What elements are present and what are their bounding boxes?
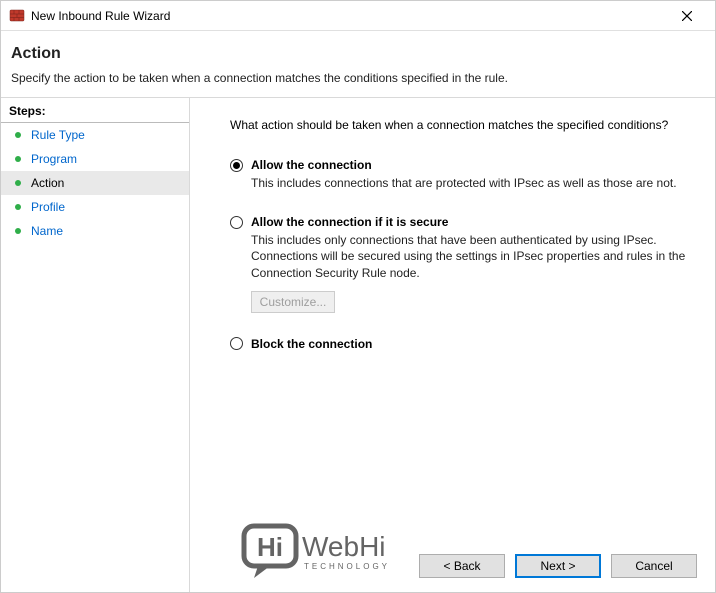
back-button[interactable]: < Back: [419, 554, 505, 578]
watermark-main-text: WebHi: [302, 531, 386, 562]
header-section: Action Specify the action to be taken wh…: [1, 31, 715, 98]
step-label: Name: [31, 224, 63, 238]
step-label: Rule Type: [31, 128, 85, 142]
option-allow-secure-desc: This includes only connections that have…: [251, 232, 687, 281]
step-rule-type[interactable]: Rule Type: [1, 123, 189, 147]
titlebar: New Inbound Rule Wizard: [1, 1, 715, 31]
customize-button: Customize...: [251, 291, 335, 313]
option-allow-secure-title: Allow the connection if it is secure: [251, 215, 448, 229]
bullet-icon: [15, 132, 21, 138]
option-allow-secure: Allow the connection if it is secure Thi…: [230, 215, 687, 313]
radio-allow[interactable]: [230, 159, 243, 172]
firewall-icon: [9, 8, 25, 24]
radio-block[interactable]: [230, 337, 243, 350]
step-action[interactable]: Action: [1, 171, 189, 195]
window-title: New Inbound Rule Wizard: [31, 9, 667, 23]
step-label: Action: [31, 176, 64, 190]
step-label: Profile: [31, 200, 65, 214]
watermark-sub-text: TECHNOLOGY: [304, 562, 390, 571]
option-allow-secure-row[interactable]: Allow the connection if it is secure: [230, 215, 687, 229]
option-block: Block the connection: [230, 337, 687, 351]
button-row: < Back Next > Cancel: [419, 554, 697, 578]
option-allow: Allow the connection This includes conne…: [230, 158, 687, 191]
close-button[interactable]: [667, 2, 707, 30]
close-icon: [682, 11, 692, 21]
bullet-icon: [15, 180, 21, 186]
wizard-window: New Inbound Rule Wizard Action Specify t…: [0, 0, 716, 593]
step-name[interactable]: Name: [1, 219, 189, 243]
body: Steps: Rule Type Program Action Profile …: [1, 98, 715, 592]
page-heading: Action: [11, 45, 705, 63]
option-allow-row[interactable]: Allow the connection: [230, 158, 687, 172]
next-button[interactable]: Next >: [515, 554, 601, 578]
cancel-button[interactable]: Cancel: [611, 554, 697, 578]
option-allow-desc: This includes connections that are prote…: [251, 175, 687, 191]
step-profile[interactable]: Profile: [1, 195, 189, 219]
step-program[interactable]: Program: [1, 147, 189, 171]
steps-sidebar: Steps: Rule Type Program Action Profile …: [1, 98, 189, 592]
step-label: Program: [31, 152, 77, 166]
action-prompt: What action should be taken when a conne…: [230, 118, 687, 132]
bullet-icon: [15, 156, 21, 162]
main-panel: What action should be taken when a conne…: [189, 98, 715, 592]
watermark: Hi WebHi TECHNOLOGY: [240, 516, 440, 586]
bullet-icon: [15, 228, 21, 234]
page-subheading: Specify the action to be taken when a co…: [11, 71, 705, 85]
radio-allow-secure[interactable]: [230, 216, 243, 229]
option-block-title: Block the connection: [251, 337, 372, 351]
option-allow-title: Allow the connection: [251, 158, 372, 172]
watermark-bubble-text: Hi: [257, 532, 283, 562]
option-block-row[interactable]: Block the connection: [230, 337, 687, 351]
bullet-icon: [15, 204, 21, 210]
steps-title: Steps:: [1, 98, 189, 123]
